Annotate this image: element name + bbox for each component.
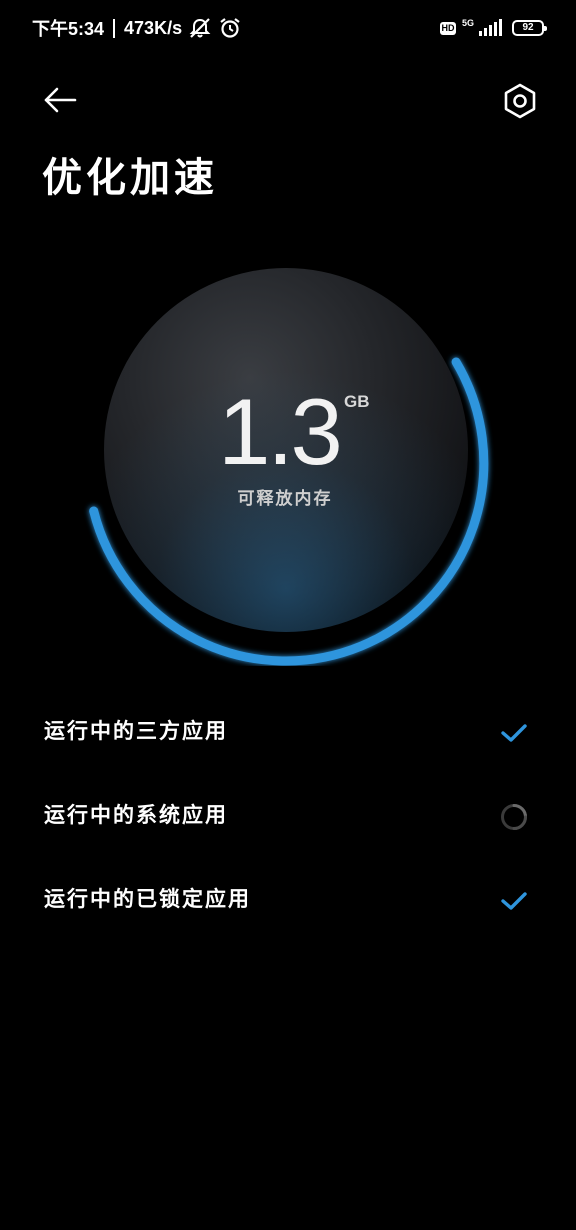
checkmark-icon	[501, 892, 527, 910]
hd-icon: HD	[439, 21, 456, 35]
task-item-locked: 运行中的已锁定应用	[0, 858, 576, 942]
network-type: 5G	[461, 18, 474, 28]
task-label: 运行中的三方应用	[44, 719, 228, 743]
checkmark-icon	[501, 724, 527, 742]
task-status	[498, 886, 530, 916]
network-speed: 473K/s	[124, 17, 183, 38]
back-button[interactable]	[40, 82, 80, 118]
status-separator	[113, 18, 116, 38]
arrow-left-icon	[44, 87, 77, 113]
task-label: 运行中的系统应用	[44, 803, 228, 827]
task-item-third-party: 运行中的三方应用	[0, 690, 576, 774]
status-left: 下午5:34 473K/s	[32, 15, 242, 41]
task-label: 运行中的已锁定应用	[44, 887, 251, 911]
notifications-muted-icon	[189, 18, 211, 38]
status-time: 下午5:34	[32, 19, 105, 39]
alarm-icon	[220, 18, 240, 38]
task-status	[498, 718, 530, 748]
loading-spinner-icon	[501, 804, 527, 830]
memory-unit: GB	[344, 392, 370, 411]
battery-level: 92	[522, 22, 534, 33]
status-right: HD 5G 92	[439, 16, 547, 40]
memory-label: 可释放内存	[237, 489, 333, 509]
signal-icon	[479, 19, 502, 36]
hexagon-settings-icon	[504, 83, 536, 119]
status-bar: 下午5:34 473K/s HD 5G 92	[0, 0, 576, 56]
battery-icon: 92	[512, 20, 547, 36]
task-item-system: 运行中的系统应用	[0, 774, 576, 858]
page-title: 优化加速	[42, 155, 218, 201]
task-list: 运行中的三方应用 运行中的系统应用 运行中的已锁定应用	[0, 690, 576, 942]
task-status	[498, 802, 530, 832]
memory-gauge: 1.3 GB 可释放内存	[70, 256, 500, 666]
settings-button[interactable]	[498, 80, 542, 122]
memory-gauge-graphic	[89, 268, 489, 666]
memory-sphere-glow	[104, 268, 468, 632]
